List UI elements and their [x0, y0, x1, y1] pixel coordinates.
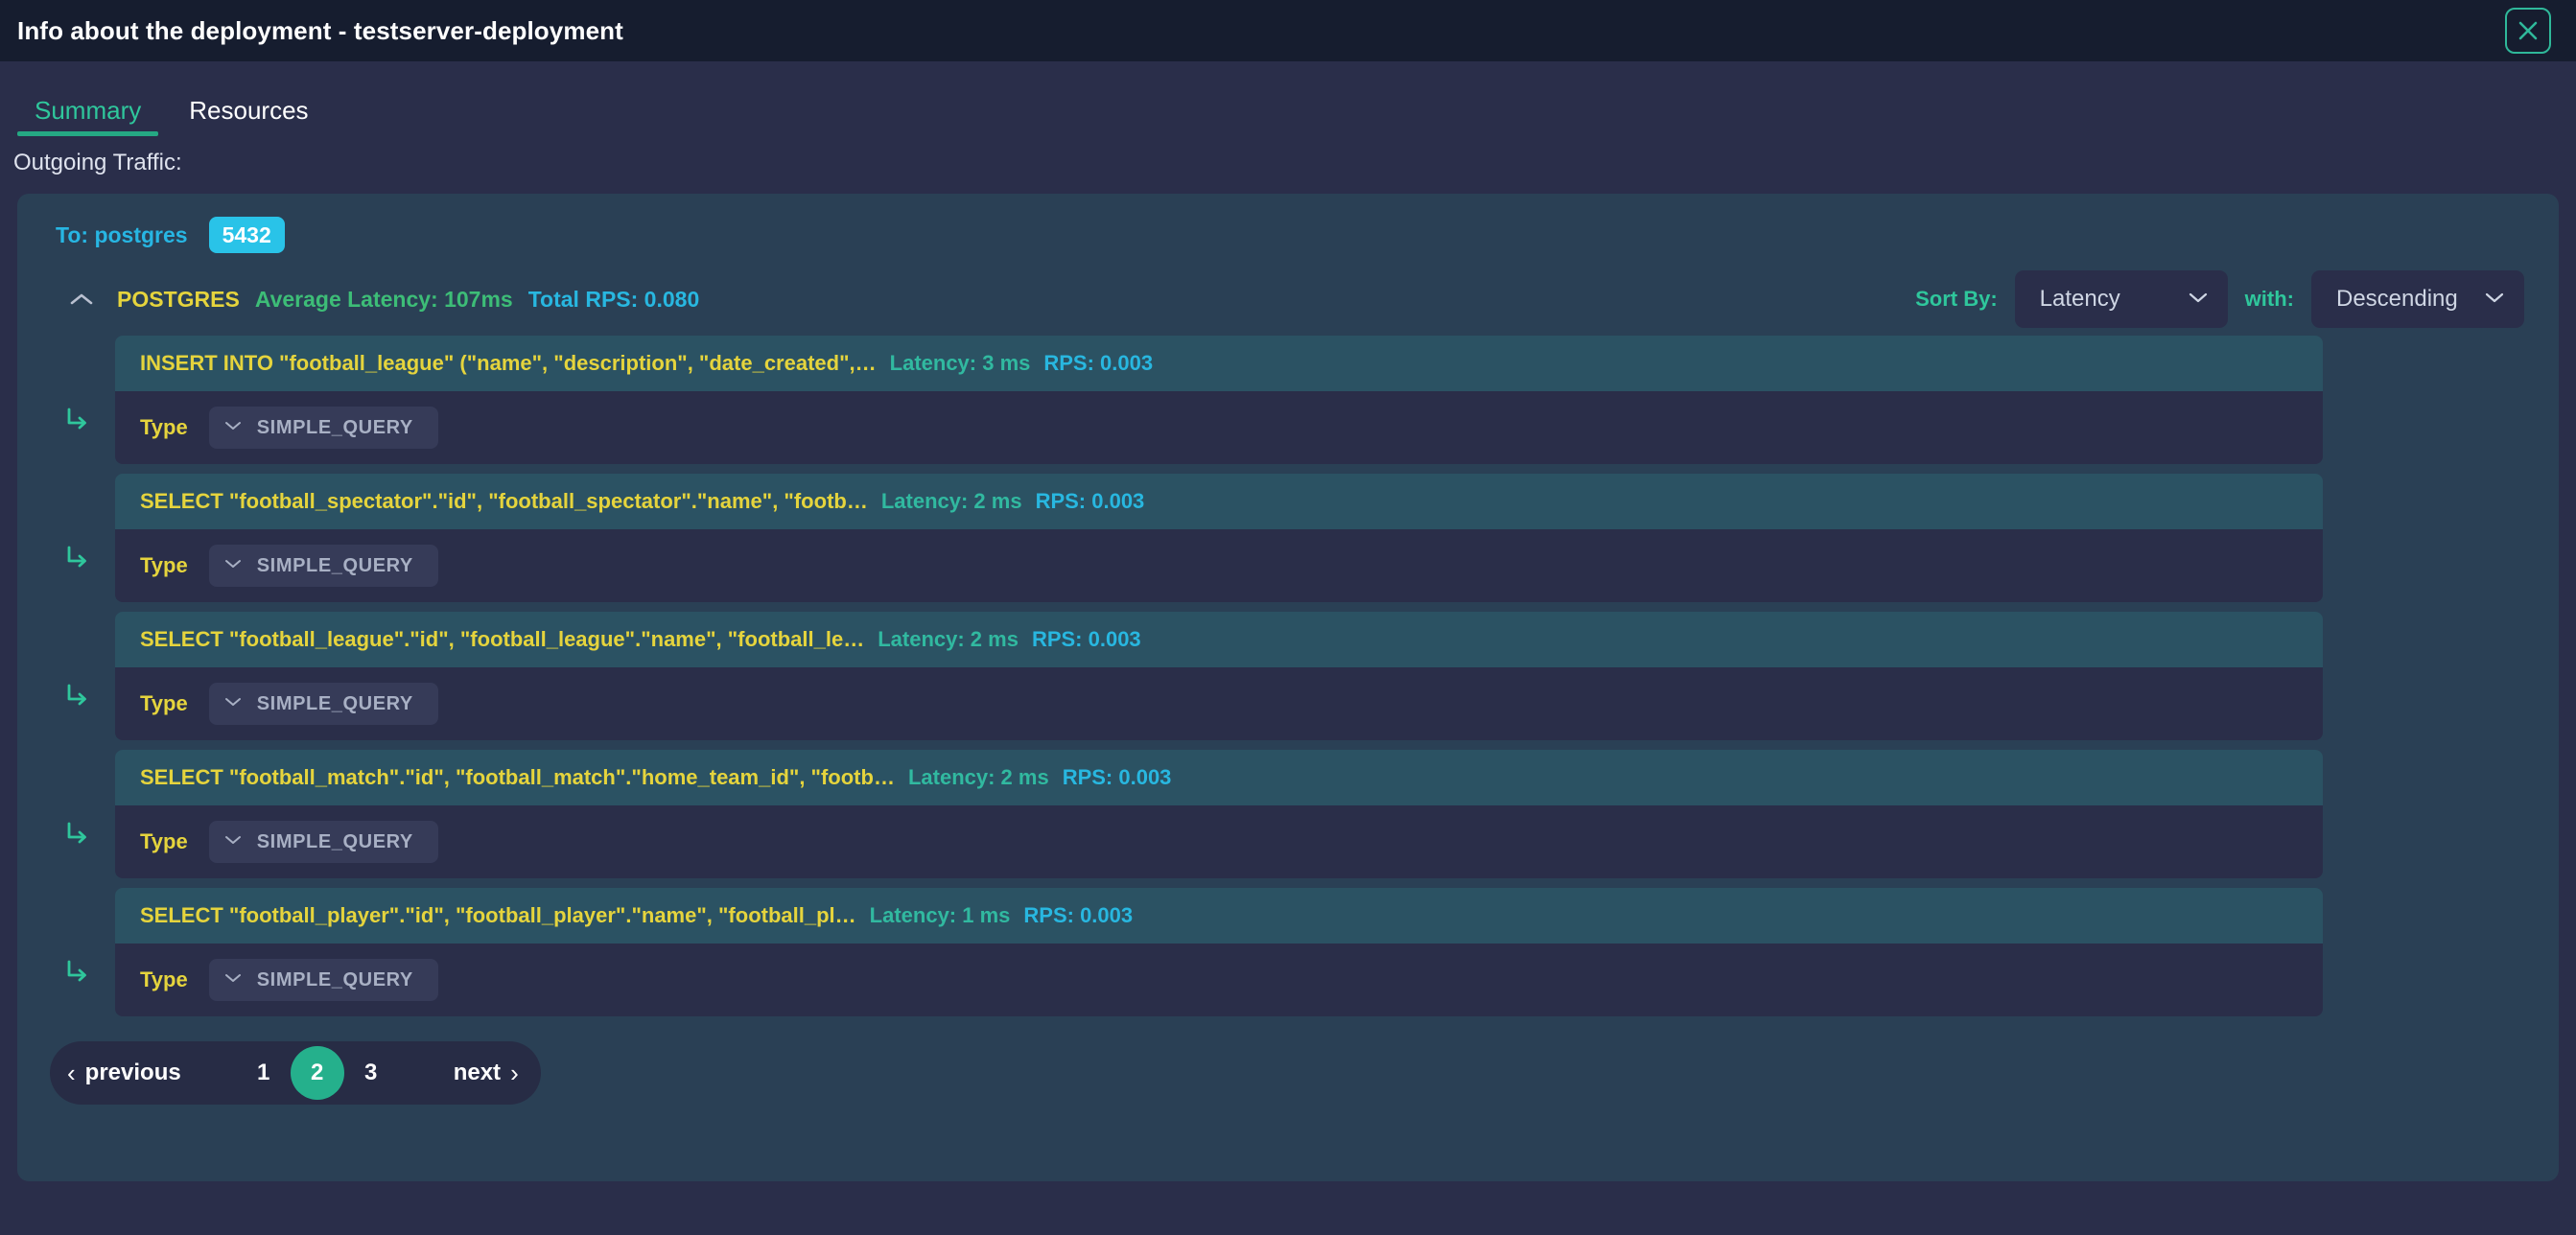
query-latency: Latency: 1 ms [870, 903, 1011, 928]
pagination-next-button[interactable]: next › [454, 1060, 519, 1086]
pagination-previous-button[interactable]: ‹ previous [67, 1060, 181, 1086]
group-name: POSTGRES [117, 287, 240, 313]
pagination-page-2[interactable]: 2 [291, 1046, 344, 1100]
pagination-page-2-label: 2 [311, 1060, 323, 1086]
group-average-latency: Average Latency: 107ms [255, 287, 513, 313]
pagination-previous-label: previous [85, 1060, 181, 1086]
window-titlebar: Info about the deployment - testserver-d… [0, 0, 2576, 61]
query-latency: Latency: 2 ms [908, 765, 1049, 790]
query-latency: Latency: 2 ms [881, 489, 1022, 514]
query-header-row[interactable]: SELECT "football_league"."id", "football… [115, 612, 2323, 667]
chevron-down-icon [2188, 291, 2209, 309]
nested-arrow-icon [38, 336, 115, 464]
query-type-value[interactable]: SIMPLE_QUERY [209, 959, 438, 1001]
query-header-row[interactable]: SELECT "football_spectator"."id", "footb… [115, 474, 2323, 529]
query-item: SELECT "football_match"."id", "football_… [38, 750, 2538, 878]
query-rps: RPS: 0.003 [1043, 351, 1153, 376]
tab-bar: Summary Resources [0, 61, 2576, 136]
outgoing-traffic-heading: Outgoing Traffic: [0, 136, 2576, 176]
sort-by-select[interactable]: Latency [2015, 270, 2228, 328]
pagination: ‹ previous 1 2 3 next › [50, 1041, 541, 1105]
query-list: INSERT INTO "football_league" ("name", "… [38, 336, 2538, 1016]
port-badge: 5432 [209, 217, 285, 253]
tab-summary-label: Summary [35, 96, 141, 125]
chevron-down-icon [2484, 291, 2505, 309]
query-type-label: Type [140, 967, 188, 992]
tab-resources[interactable]: Resources [172, 98, 325, 136]
query-latency: Latency: 3 ms [890, 351, 1031, 376]
query-item: SELECT "football_player"."id", "football… [38, 888, 2538, 1016]
outgoing-traffic-panel: To: postgres 5432 POSTGRES Average Laten… [17, 194, 2559, 1181]
query-latency: Latency: 2 ms [878, 627, 1019, 652]
query-header-row[interactable]: SELECT "football_player"."id", "football… [115, 888, 2323, 944]
chevron-down-icon [224, 419, 242, 436]
tab-resources-label: Resources [189, 96, 308, 125]
query-detail-row: Type SIMPLE_QUERY [115, 805, 2323, 878]
chevron-down-icon [224, 695, 242, 712]
query-detail-row: Type SIMPLE_QUERY [115, 667, 2323, 740]
query-header-row[interactable]: SELECT "football_match"."id", "football_… [115, 750, 2323, 805]
query-rps: RPS: 0.003 [1023, 903, 1133, 928]
chevron-right-icon: › [510, 1060, 519, 1085]
query-type-text: SIMPLE_QUERY [257, 969, 413, 991]
sort-by-label: Sort By: [1915, 287, 1998, 312]
query-detail-row: Type SIMPLE_QUERY [115, 944, 2323, 1016]
nested-arrow-icon [38, 612, 115, 740]
query-type-label: Type [140, 691, 188, 716]
postgres-group-header: POSTGRES Average Latency: 107ms Total RP… [38, 274, 2538, 324]
query-text: INSERT INTO "football_league" ("name", "… [140, 351, 877, 376]
pagination-page-3[interactable]: 3 [344, 1046, 398, 1100]
traffic-destination-row: To: postgres 5432 [38, 213, 2538, 253]
query-text: SELECT "football_player"."id", "football… [140, 903, 856, 928]
query-type-text: SIMPLE_QUERY [257, 417, 413, 439]
chevron-up-icon[interactable] [69, 291, 94, 307]
pagination-next-label: next [454, 1060, 501, 1086]
sort-direction-value: Descending [2336, 286, 2458, 313]
query-rps: RPS: 0.003 [1063, 765, 1172, 790]
query-type-value[interactable]: SIMPLE_QUERY [209, 821, 438, 863]
pagination-page-1[interactable]: 1 [237, 1046, 291, 1100]
query-item: SELECT "football_league"."id", "football… [38, 612, 2538, 740]
group-total-rps: Total RPS: 0.080 [528, 287, 700, 313]
chevron-down-icon [224, 557, 242, 574]
pagination-page-1-label: 1 [257, 1060, 269, 1086]
query-type-text: SIMPLE_QUERY [257, 693, 413, 715]
query-type-label: Type [140, 415, 188, 440]
query-rps: RPS: 0.003 [1036, 489, 1145, 514]
query-text: SELECT "football_match"."id", "football_… [140, 765, 895, 790]
query-header-row[interactable]: INSERT INTO "football_league" ("name", "… [115, 336, 2323, 391]
sort-by-value: Latency [2040, 286, 2120, 313]
query-type-value[interactable]: SIMPLE_QUERY [209, 683, 438, 725]
traffic-destination-label: To: postgres [56, 222, 188, 248]
query-detail-row: Type SIMPLE_QUERY [115, 529, 2323, 602]
query-text: SELECT "football_league"."id", "football… [140, 627, 864, 652]
chevron-down-icon [224, 971, 242, 989]
query-item: INSERT INTO "football_league" ("name", "… [38, 336, 2538, 464]
sort-direction-select[interactable]: Descending [2311, 270, 2524, 328]
pagination-page-3-label: 3 [364, 1060, 377, 1086]
nested-arrow-icon [38, 474, 115, 602]
tab-summary[interactable]: Summary [17, 98, 158, 136]
nested-arrow-icon [38, 750, 115, 878]
sort-controls: Sort By: Latency with: Descending [1915, 270, 2524, 328]
query-type-label: Type [140, 829, 188, 854]
query-item: SELECT "football_spectator"."id", "footb… [38, 474, 2538, 602]
close-x-icon [2517, 20, 2539, 41]
chevron-down-icon [224, 833, 242, 851]
query-type-text: SIMPLE_QUERY [257, 555, 413, 577]
query-type-value[interactable]: SIMPLE_QUERY [209, 407, 438, 449]
query-type-value[interactable]: SIMPLE_QUERY [209, 545, 438, 587]
query-text: SELECT "football_spectator"."id", "footb… [140, 489, 868, 514]
nested-arrow-icon [38, 888, 115, 1016]
close-button[interactable] [2505, 8, 2551, 54]
query-rps: RPS: 0.003 [1032, 627, 1141, 652]
chevron-left-icon: ‹ [67, 1060, 76, 1085]
window-title: Info about the deployment - testserver-d… [17, 16, 623, 46]
query-type-text: SIMPLE_QUERY [257, 831, 413, 853]
sort-direction-label: with: [2245, 287, 2294, 312]
query-detail-row: Type SIMPLE_QUERY [115, 391, 2323, 464]
query-type-label: Type [140, 553, 188, 578]
